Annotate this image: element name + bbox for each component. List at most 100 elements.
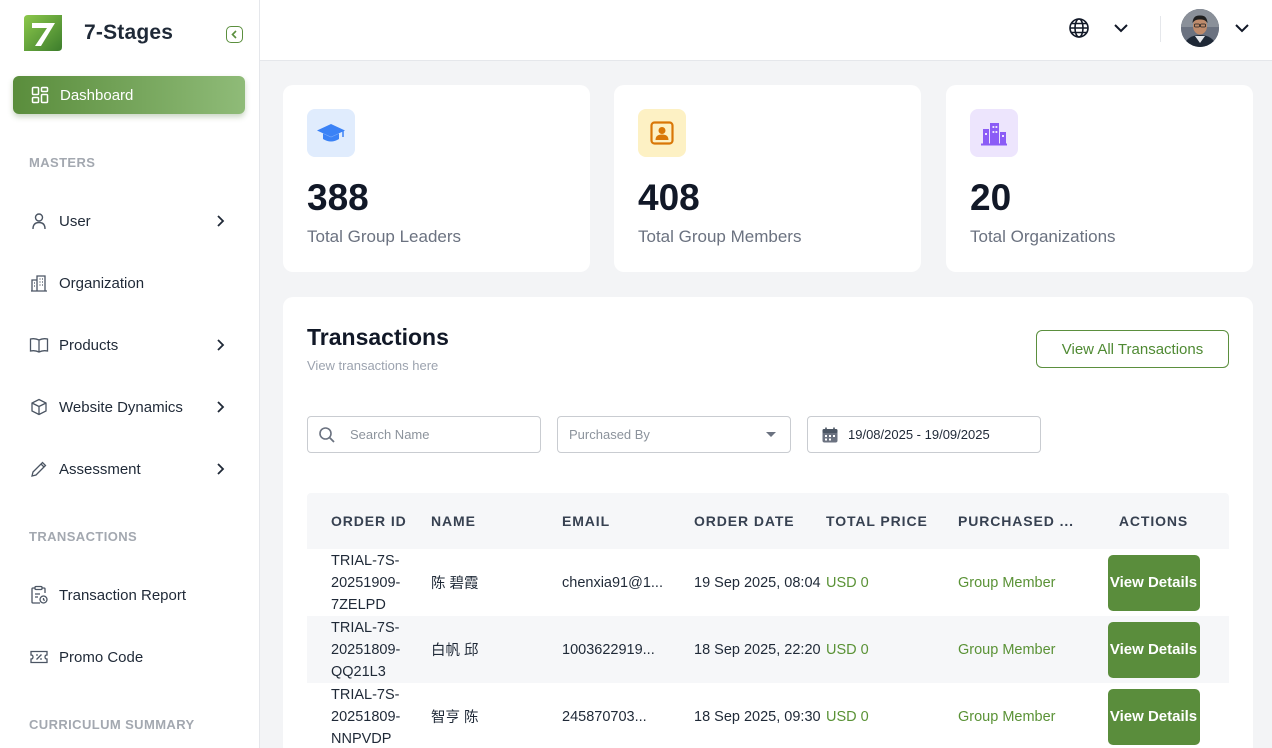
dashboard-icon <box>31 86 49 104</box>
actions-cell: View Details <box>1078 554 1229 611</box>
table-row: TRIAL-7S-20251909-7ZELPD 陈 碧霞 chenxia91@… <box>307 549 1229 616</box>
search-icon <box>318 426 336 444</box>
panel-subtitle: View transactions here <box>307 358 439 373</box>
transactions-table: ORDER ID NAME EMAIL ORDER DATE TOTAL PRI… <box>307 493 1229 748</box>
brand-logo-icon <box>24 15 62 51</box>
calendar-icon <box>822 427 838 442</box>
graduation-cap-icon <box>307 109 355 157</box>
order-id-cell: TRIAL-7S-20251909-7ZELPD <box>331 552 401 613</box>
section-label-transactions: TRANSACTIONS <box>29 529 138 544</box>
column-header-name[interactable]: NAME <box>431 513 562 529</box>
sidebar-item-label: Promo Code <box>59 648 144 666</box>
purchased-by-cell: Group Member <box>958 574 1056 591</box>
sidebar-item-label: Dashboard <box>60 86 134 104</box>
city-icon <box>970 109 1018 157</box>
order-date-cell: 18 Sep 2025, 09:30 <box>694 708 821 725</box>
stat-label: Total Group Leaders <box>307 227 462 246</box>
sidebar-item-label: Website Dynamics <box>59 398 183 416</box>
ticket-icon <box>29 647 49 667</box>
chevron-left-icon <box>231 30 237 39</box>
chevron-right-icon <box>217 215 225 227</box>
name-cell: 智亨 陈 <box>431 710 479 726</box>
column-header-actions: ACTIONS <box>1118 513 1189 529</box>
table-header: ORDER ID NAME EMAIL ORDER DATE TOTAL PRI… <box>307 493 1229 549</box>
stat-card-group-members: 408 Total Group Members <box>614 85 921 272</box>
stat-label: Total Group Members <box>638 227 802 246</box>
actions-cell: View Details <box>1078 621 1229 678</box>
search-field[interactable] <box>307 416 541 453</box>
search-input[interactable] <box>350 427 520 442</box>
order-id-cell: TRIAL-7S-20251809-QQ21L3 <box>331 619 401 680</box>
sidebar-item-transaction-report[interactable]: Transaction Report <box>29 580 229 610</box>
globe-icon[interactable] <box>1068 17 1090 39</box>
total-price-cell: USD 0 <box>826 641 869 658</box>
email-cell: chenxia91@1... <box>562 574 663 591</box>
user-menu-chevron-icon[interactable] <box>1234 21 1250 35</box>
total-price-cell: USD 0 <box>826 708 869 725</box>
stat-value: 408 <box>638 177 700 218</box>
purchased-by-cell: Group Member <box>958 641 1056 658</box>
user-icon <box>29 211 49 231</box>
column-header-order-date[interactable]: ORDER DATE <box>694 513 826 529</box>
sidebar-item-label: Assessment <box>59 460 141 478</box>
table-row: TRIAL-7S-20251809-QQ21L3 白帆 邱 1003622919… <box>307 616 1229 683</box>
actions-cell: View Details <box>1078 688 1229 745</box>
sidebar-item-assessment[interactable]: Assessment <box>29 454 229 484</box>
view-details-button[interactable]: View Details <box>1107 554 1200 611</box>
order-date-cell: 19 Sep 2025, 08:04 <box>694 574 821 591</box>
stat-value: 20 <box>970 177 1012 218</box>
column-header-email[interactable]: EMAIL <box>562 513 694 529</box>
id-badge-icon <box>638 109 686 157</box>
stat-label: Total Organizations <box>970 227 1116 246</box>
purchased-by-select[interactable]: Purchased By <box>557 416 791 453</box>
date-range-value: 19/08/2025 - 19/09/2025 <box>848 427 990 442</box>
section-label-curriculum-summary: CURRICULUM SUMMARY <box>29 717 195 732</box>
top-header <box>260 0 1272 61</box>
purchased-by-cell: Group Member <box>958 708 1056 725</box>
report-icon <box>29 585 49 605</box>
stat-card-organizations: 20 Total Organizations <box>946 85 1253 272</box>
view-details-button[interactable]: View Details <box>1107 621 1200 678</box>
avatar[interactable] <box>1181 9 1219 47</box>
language-dropdown-chevron-icon[interactable] <box>1113 21 1129 35</box>
building-icon <box>29 273 49 293</box>
stat-value: 388 <box>307 177 369 218</box>
sidebar-item-label: User <box>59 212 91 230</box>
sidebar-item-user[interactable]: User <box>29 206 229 236</box>
column-header-total-price[interactable]: TOTAL PRICE <box>826 513 958 529</box>
view-all-transactions-button[interactable]: View All Transactions <box>1036 330 1229 368</box>
order-id-cell: TRIAL-7S-20251809-NNPVDP <box>331 686 401 747</box>
email-cell: 245870703... <box>562 708 647 725</box>
order-date-cell: 18 Sep 2025, 22:20 <box>694 641 821 658</box>
brand-name: 7-Stages <box>84 21 174 44</box>
name-cell: 白帆 邱 <box>431 643 479 659</box>
column-header-purchased-by[interactable]: PURCHASED ... <box>958 513 1078 529</box>
collapse-sidebar-button[interactable] <box>226 26 243 43</box>
view-details-button[interactable]: View Details <box>1107 688 1200 745</box>
sidebar-item-dashboard[interactable]: Dashboard <box>13 76 245 114</box>
sidebar-item-website-dynamics[interactable]: Website Dynamics <box>29 392 229 422</box>
date-range-picker[interactable]: 19/08/2025 - 19/09/2025 <box>807 416 1041 453</box>
sidebar: 7-Stages Dashboard MASTERS User Organiza… <box>0 0 260 748</box>
section-label-masters: MASTERS <box>29 155 96 170</box>
pencil-icon <box>29 459 49 479</box>
stat-card-group-leaders: 388 Total Group Leaders <box>283 85 590 272</box>
column-header-order-id[interactable]: ORDER ID <box>307 513 431 529</box>
chevron-right-icon <box>217 401 225 413</box>
sidebar-item-label: Organization <box>59 274 145 292</box>
sidebar-item-promo-code[interactable]: Promo Code <box>29 642 229 672</box>
sidebar-item-label: Products <box>59 336 119 354</box>
sidebar-item-products[interactable]: Products <box>29 330 229 360</box>
book-icon <box>29 335 49 355</box>
transactions-panel: Transactions View transactions here View… <box>283 297 1253 748</box>
cube-icon <box>29 397 49 417</box>
chevron-right-icon <box>217 463 225 475</box>
email-cell: 1003622919... <box>562 641 655 658</box>
brand[interactable]: 7-Stages <box>22 13 173 53</box>
panel-title: Transactions <box>307 324 449 350</box>
sidebar-item-label: Transaction Report <box>59 586 187 604</box>
table-row: TRIAL-7S-20251809-NNPVDP 智亨 陈 245870703.… <box>307 683 1229 748</box>
sidebar-item-organization[interactable]: Organization <box>29 268 229 298</box>
total-price-cell: USD 0 <box>826 574 869 591</box>
purchased-by-placeholder: Purchased By <box>569 427 650 442</box>
